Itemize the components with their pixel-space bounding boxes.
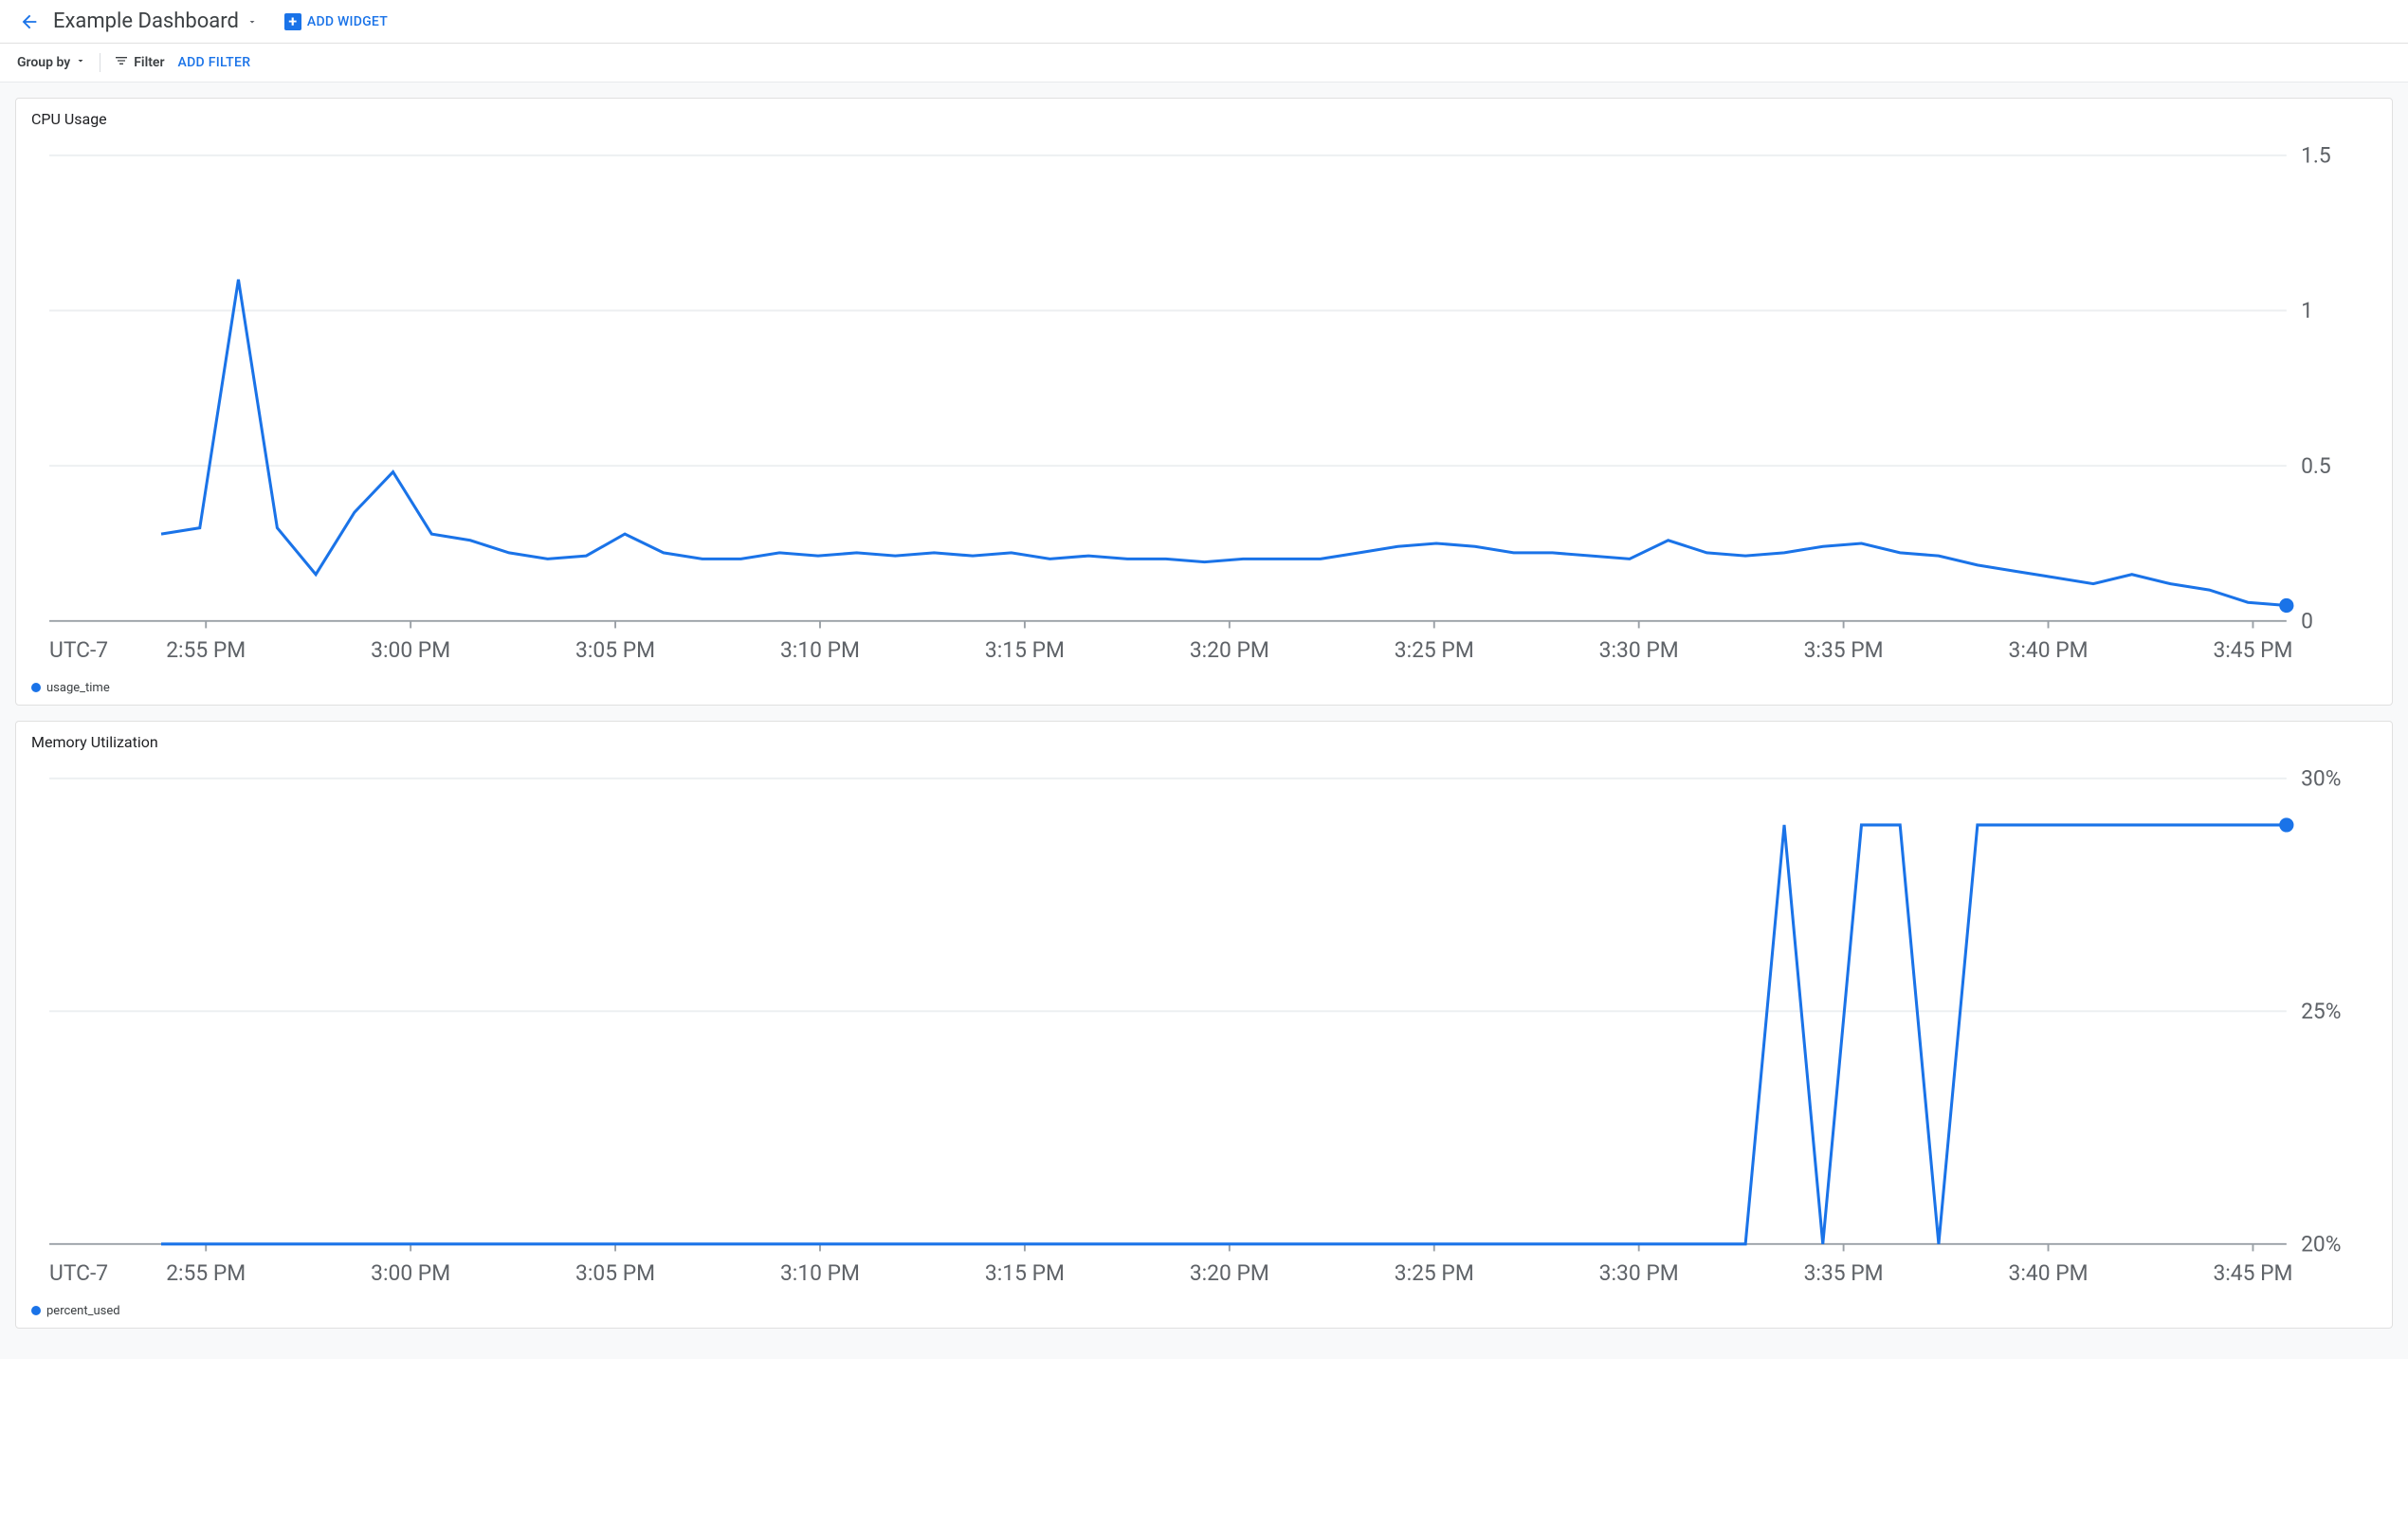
mem-chart-svg: 20% 25% 30% 2:55 PM 3:00 PM 3:05 PM 3:10 PM 3:1… [31, 757, 2377, 1298]
svg-text:3:45 PM: 3:45 PM [2213, 637, 2292, 663]
content-area: CPU Usage 0 0.5 1 1.5 2:55 PM 3:00 PM 3:05 PM 3… [0, 83, 2408, 1359]
caret-down-icon [75, 55, 86, 70]
mem-legend: percent_used [31, 1304, 2377, 1318]
svg-text:2:55 PM: 2:55 PM [166, 637, 246, 663]
cpu-card-title: CPU Usage [31, 110, 2377, 128]
add-widget-button[interactable]: + ADD WIDGET [284, 13, 388, 30]
legend-dot-icon [31, 1306, 41, 1315]
group-by-button[interactable]: Group by [17, 55, 86, 70]
svg-text:1: 1 [2301, 298, 2313, 323]
svg-text:3:45 PM: 3:45 PM [2213, 1260, 2292, 1286]
cpu-chart-svg: 0 0.5 1 1.5 2:55 PM 3:00 PM 3:05 PM 3:10 PM 3:15… [31, 134, 2377, 675]
svg-text:3:00 PM: 3:00 PM [371, 1260, 450, 1286]
caret-down-icon [246, 9, 258, 33]
add-filter-button[interactable]: ADD FILTER [177, 55, 250, 70]
svg-text:3:05 PM: 3:05 PM [575, 1260, 655, 1286]
mem-chart[interactable]: 20% 25% 30% 2:55 PM 3:00 PM 3:05 PM 3:10 PM 3:1… [31, 757, 2377, 1298]
svg-text:3:40 PM: 3:40 PM [2009, 1260, 2089, 1286]
svg-text:3:35 PM: 3:35 PM [1804, 1260, 1884, 1286]
filter-icon [114, 53, 129, 72]
page-title[interactable]: Example Dashboard [53, 9, 258, 33]
filter-label: Filter [134, 55, 164, 70]
cpu-legend-label: usage_time [46, 681, 110, 695]
svg-text:20%: 20% [2301, 1231, 2341, 1257]
plus-icon: + [284, 13, 301, 30]
svg-text:0: 0 [2301, 608, 2313, 633]
svg-text:3:10 PM: 3:10 PM [780, 1260, 860, 1286]
svg-text:3:30 PM: 3:30 PM [1599, 637, 1679, 663]
cpu-chart[interactable]: 0 0.5 1 1.5 2:55 PM 3:00 PM 3:05 PM 3:10 PM 3:15… [31, 134, 2377, 675]
svg-text:UTC-7: UTC-7 [49, 637, 108, 663]
svg-text:3:15 PM: 3:15 PM [985, 1260, 1065, 1286]
legend-dot-icon [31, 683, 41, 692]
topbar: Example Dashboard + ADD WIDGET [0, 0, 2408, 44]
svg-text:25%: 25% [2301, 999, 2341, 1024]
svg-text:3:20 PM: 3:20 PM [1190, 637, 1269, 663]
svg-text:3:10 PM: 3:10 PM [780, 637, 860, 663]
svg-text:3:30 PM: 3:30 PM [1599, 1260, 1679, 1286]
group-by-label: Group by [17, 55, 70, 70]
page-title-text: Example Dashboard [53, 9, 239, 33]
mem-card-title: Memory Utilization [31, 733, 2377, 751]
mem-legend-label: percent_used [46, 1304, 120, 1318]
toolbar: Group by Filter ADD FILTER [0, 44, 2408, 83]
filter-button[interactable]: Filter [114, 53, 164, 72]
svg-text:3:05 PM: 3:05 PM [575, 637, 655, 663]
svg-text:3:40 PM: 3:40 PM [2009, 637, 2089, 663]
svg-text:UTC-7: UTC-7 [49, 1260, 108, 1286]
cpu-legend: usage_time [31, 681, 2377, 695]
memory-utilization-card: Memory Utilization 20% 25% 30% 2:55 PM 3:00 … [15, 721, 2393, 1329]
svg-text:3:25 PM: 3:25 PM [1395, 637, 1474, 663]
svg-text:3:15 PM: 3:15 PM [985, 637, 1065, 663]
svg-text:3:00 PM: 3:00 PM [371, 637, 450, 663]
svg-text:0.5: 0.5 [2301, 453, 2331, 479]
svg-text:30%: 30% [2301, 765, 2341, 791]
add-widget-label: ADD WIDGET [307, 14, 388, 29]
svg-text:3:25 PM: 3:25 PM [1395, 1260, 1474, 1286]
back-arrow-icon[interactable] [19, 11, 40, 32]
cpu-usage-card: CPU Usage 0 0.5 1 1.5 2:55 PM 3:00 PM 3:05 PM 3… [15, 98, 2393, 706]
svg-text:3:20 PM: 3:20 PM [1190, 1260, 1269, 1286]
add-filter-label: ADD FILTER [177, 55, 250, 70]
svg-text:2:55 PM: 2:55 PM [166, 1260, 246, 1286]
svg-text:3:35 PM: 3:35 PM [1804, 637, 1884, 663]
svg-text:1.5: 1.5 [2301, 142, 2331, 168]
